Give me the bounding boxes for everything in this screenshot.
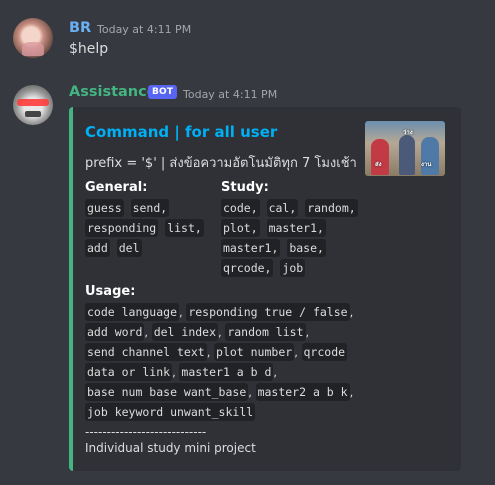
inline-code: master1, [266, 219, 326, 237]
code-line: job keyword unwant_skill [85, 402, 353, 422]
inline-code: job [280, 259, 306, 277]
separator: , [273, 365, 278, 379]
inline-code: send channel text [85, 343, 207, 361]
footer-text: Individual study mini project [85, 441, 256, 455]
inline-code: qrcode, [221, 259, 274, 277]
code-line: guess send, [85, 198, 204, 218]
embed-color-bar [69, 107, 73, 471]
field-study-name: Study: [221, 180, 269, 195]
inline-code: master1, [221, 239, 281, 257]
separator: , [349, 305, 354, 319]
code-line: base num base want_base, master2 a b k, [85, 382, 353, 402]
code-line: add word, del index, random list, [85, 322, 353, 342]
inline-code: del [116, 239, 142, 257]
username-br[interactable]: BR [69, 20, 91, 36]
inline-code: random, [305, 199, 358, 217]
code-line: code, cal, random, [221, 198, 358, 218]
separator: , [206, 345, 215, 359]
inline-code: master1 a b d [179, 363, 274, 381]
inline-code: plot, [221, 219, 260, 237]
code-line: qrcode, job [221, 258, 358, 278]
inline-code: del index [151, 323, 219, 341]
thumbnail-label: งาน [421, 161, 432, 168]
message-content: $help [69, 41, 109, 57]
inline-code: random list [225, 323, 306, 341]
field-usage-name: Usage: [85, 284, 136, 299]
inline-code: responding [85, 219, 159, 237]
message-timestamp: Today at 4:11 PM [183, 88, 278, 101]
user-avatar[interactable] [13, 18, 53, 58]
inline-code: list, [165, 219, 204, 237]
code-line: master1, base, [221, 238, 358, 258]
separator: , [349, 385, 354, 399]
inline-code: add [85, 239, 110, 257]
inline-code: cal, [266, 199, 299, 217]
separator: , [305, 325, 310, 339]
field-general-value: guess send, responding list, add del [85, 198, 204, 258]
field-usage-value: code language, responding true / false, … [85, 302, 353, 422]
embed-description: prefix = '$' | ส่งข้อความอัตโนมัติทุก 7 … [85, 156, 357, 171]
field-general-name: General: [85, 180, 148, 195]
inline-code: base num base want_base [85, 383, 249, 401]
inline-code: send, [130, 199, 170, 217]
inline-code: plot number [214, 343, 295, 361]
bot-avatar[interactable] [13, 85, 53, 125]
inline-code: responding true / false [186, 303, 350, 321]
field-study-value: code, cal, random, plot, master1, master… [221, 198, 358, 278]
thumbnail-label: ส่ง [375, 161, 382, 168]
inline-code: code, [221, 199, 260, 217]
footer-separator: ---------------------------- [85, 425, 207, 439]
thumbnail-label: ว่าง [403, 129, 413, 136]
code-line: data or link, master1 a b d, [85, 362, 353, 382]
inline-code: qrcode [301, 343, 348, 361]
code-line: code language, responding true / false, [85, 302, 353, 322]
code-line: add del [85, 238, 204, 258]
separator: , [294, 345, 302, 359]
inline-code: guess [85, 199, 124, 217]
separator: , [144, 325, 152, 339]
bot-badge: BOT [148, 85, 178, 99]
inline-code: data or link [85, 363, 173, 381]
code-line: send channel text, plot number, qrcode [85, 342, 353, 362]
separator: , [248, 385, 256, 399]
username-assistance[interactable]: Assistance [69, 84, 157, 100]
embed-title: Command | for all user [85, 123, 278, 141]
message-timestamp: Today at 4:11 PM [97, 23, 192, 36]
embed-card: Command | for all user prefix = '$' | ส่… [69, 107, 461, 471]
inline-code: add word [85, 323, 145, 341]
inline-code: master2 a b k [255, 383, 350, 401]
embed-thumbnail[interactable]: ส่ง ว่าง งาน [365, 121, 445, 176]
code-line: responding list, [85, 218, 204, 238]
inline-code: base, [287, 239, 326, 257]
inline-code: code language [85, 303, 180, 321]
inline-code: job keyword unwant_skill [85, 403, 256, 421]
code-line: plot, master1, [221, 218, 358, 238]
